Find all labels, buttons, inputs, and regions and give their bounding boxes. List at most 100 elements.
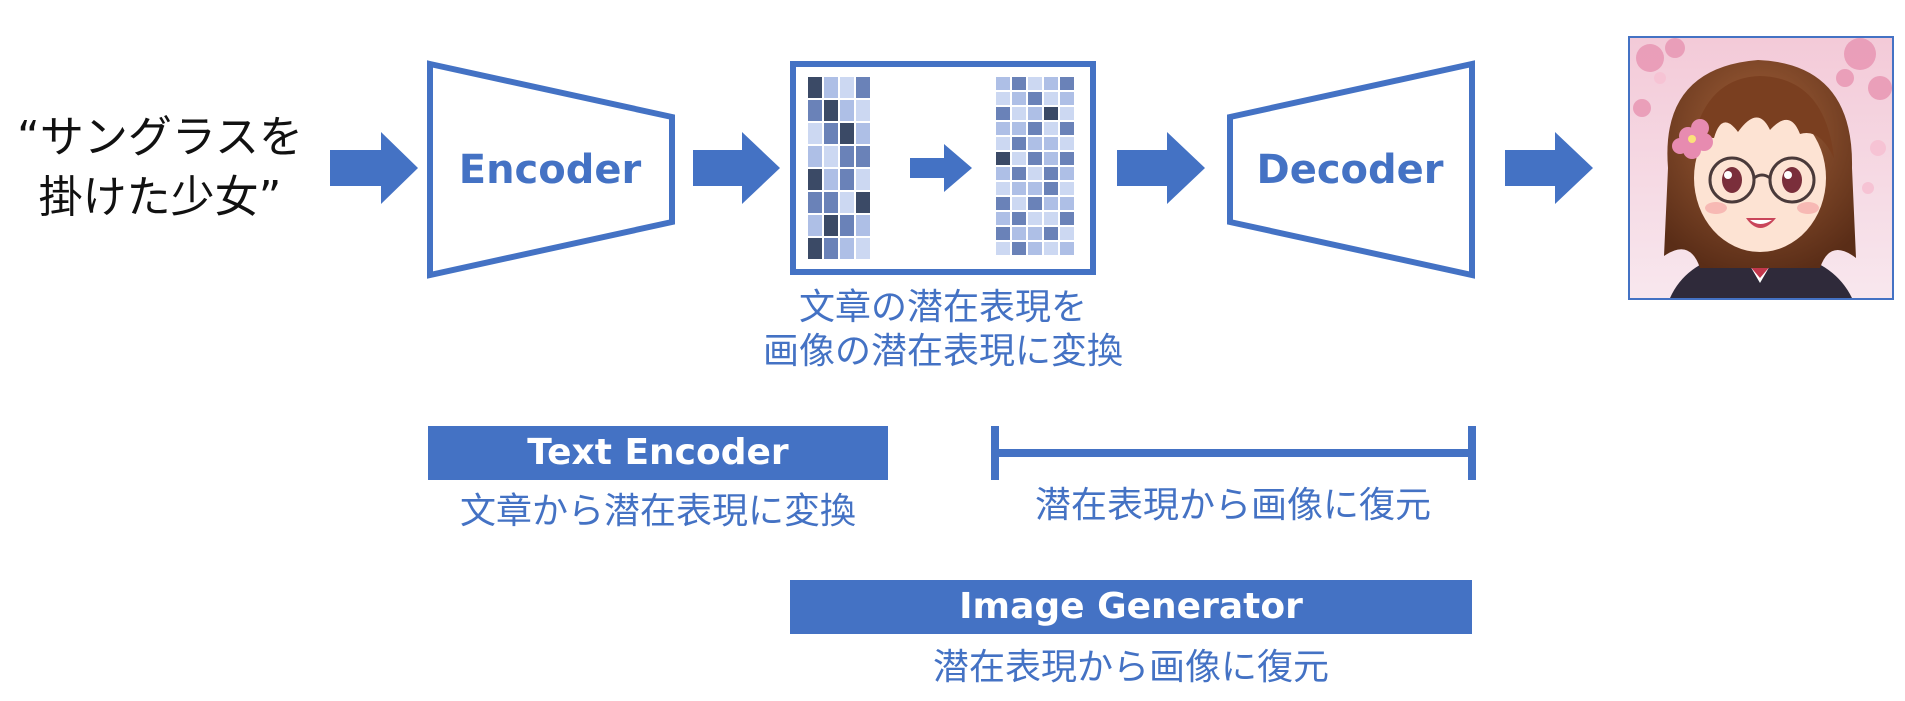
- latent-cell: [1060, 107, 1074, 120]
- latent-cell: [840, 215, 854, 236]
- latent-cell: [996, 122, 1010, 135]
- latent-cell: [1060, 197, 1074, 210]
- latent-cell: [808, 123, 822, 144]
- latent-cell: [1044, 122, 1058, 135]
- decoder-bracket-caption: 潜在表現から画像に復元: [1034, 485, 1431, 526]
- latent-cell: [1028, 92, 1042, 105]
- latent-cell: [996, 182, 1010, 195]
- latent-cell: [1012, 182, 1026, 195]
- prompt-line-1: “サングラスを: [17, 112, 303, 163]
- latent-cell: [840, 192, 854, 213]
- decoder-label: Decoder: [1256, 147, 1444, 193]
- girl-illustration: [1630, 38, 1892, 298]
- latent-cell: [856, 146, 870, 167]
- latent-cell: [840, 146, 854, 167]
- latent-cell: [1028, 167, 1042, 180]
- latent-cell: [1044, 227, 1058, 240]
- text-latent-grid: [808, 77, 870, 259]
- latent-cell: [808, 169, 822, 190]
- latent-cell: [808, 238, 822, 259]
- latent-cell: [1060, 182, 1074, 195]
- latent-cell: [840, 169, 854, 190]
- generated-image: [1628, 36, 1894, 300]
- image-generator-caption: 潜在表現から画像に復元: [932, 647, 1329, 688]
- latent-cell: [996, 92, 1010, 105]
- text-encoder-caption: 文章から潜在表現に変換: [459, 491, 856, 532]
- latent-cell: [996, 77, 1010, 90]
- image-latent-grid: [996, 77, 1074, 255]
- latent-cell: [824, 169, 838, 190]
- latent-cell: [1012, 167, 1026, 180]
- latent-cell: [808, 192, 822, 213]
- latent-cell: [1012, 197, 1026, 210]
- latent-cell: [1044, 77, 1058, 90]
- latent-cell: [1044, 212, 1058, 225]
- arrow-decoder-to-image: [1505, 132, 1593, 204]
- latent-cell: [1028, 152, 1042, 165]
- latent-cell: [1060, 137, 1074, 150]
- image-generator-banner: Image Generator: [790, 580, 1472, 634]
- latent-cell: [856, 238, 870, 259]
- latent-cell: [856, 192, 870, 213]
- latent-cell: [996, 137, 1010, 150]
- latent-cell: [1044, 92, 1058, 105]
- latent-cell: [824, 123, 838, 144]
- latent-cell: [856, 215, 870, 236]
- latent-cell: [1028, 182, 1042, 195]
- latent-cell: [1012, 77, 1026, 90]
- latent-cell: [824, 77, 838, 98]
- latent-cell: [1060, 122, 1074, 135]
- arrow-latent-transform: [910, 144, 972, 192]
- latent-cell: [1060, 212, 1074, 225]
- latent-cell: [1044, 197, 1058, 210]
- latent-cell: [824, 215, 838, 236]
- latent-cell: [808, 100, 822, 121]
- latent-cell: [1028, 107, 1042, 120]
- latent-cell: [1044, 137, 1058, 150]
- latent-cell: [1060, 92, 1074, 105]
- prompt-line-2: 掛けた少女”: [38, 172, 282, 223]
- latent-cell: [856, 169, 870, 190]
- latent-cell: [996, 242, 1010, 255]
- latent-cell: [1012, 92, 1026, 105]
- latent-caption-line-2: 画像の潜在表現に変換: [762, 331, 1123, 372]
- latent-cell: [856, 123, 870, 144]
- latent-cell: [1044, 107, 1058, 120]
- latent-cell: [1012, 242, 1026, 255]
- latent-cell: [840, 238, 854, 259]
- latent-cell: [824, 100, 838, 121]
- latent-cell: [808, 215, 822, 236]
- latent-cell: [824, 238, 838, 259]
- latent-cell: [1060, 227, 1074, 240]
- latent-caption: 文章の潜在表現を 画像の潜在表現に変換: [700, 286, 1186, 374]
- latent-cell: [824, 146, 838, 167]
- latent-cell: [1012, 137, 1026, 150]
- latent-cell: [1044, 182, 1058, 195]
- latent-cell: [996, 167, 1010, 180]
- latent-caption-line-1: 文章の潜在表現を: [798, 287, 1087, 328]
- latent-cell: [1028, 227, 1042, 240]
- latent-cell: [1044, 167, 1058, 180]
- latent-cell: [1028, 122, 1042, 135]
- latent-cell: [1028, 242, 1042, 255]
- latent-cell: [856, 77, 870, 98]
- latent-cell: [1028, 77, 1042, 90]
- latent-cell: [1028, 197, 1042, 210]
- latent-cell: [996, 107, 1010, 120]
- latent-cell: [1060, 77, 1074, 90]
- latent-cell: [996, 227, 1010, 240]
- latent-cell: [996, 197, 1010, 210]
- latent-cell: [1012, 107, 1026, 120]
- arrow-prompt-to-encoder: [330, 132, 418, 204]
- latent-cell: [856, 100, 870, 121]
- latent-cell: [808, 146, 822, 167]
- latent-cell: [840, 123, 854, 144]
- latent-cell: [808, 77, 822, 98]
- arrow-latent-to-decoder: [1117, 132, 1205, 204]
- latent-cell: [1012, 152, 1026, 165]
- arrow-encoder-to-latent: [693, 132, 780, 204]
- latent-cell: [1060, 152, 1074, 165]
- latent-cell: [1012, 212, 1026, 225]
- latent-cell: [996, 152, 1010, 165]
- latent-cell: [1012, 227, 1026, 240]
